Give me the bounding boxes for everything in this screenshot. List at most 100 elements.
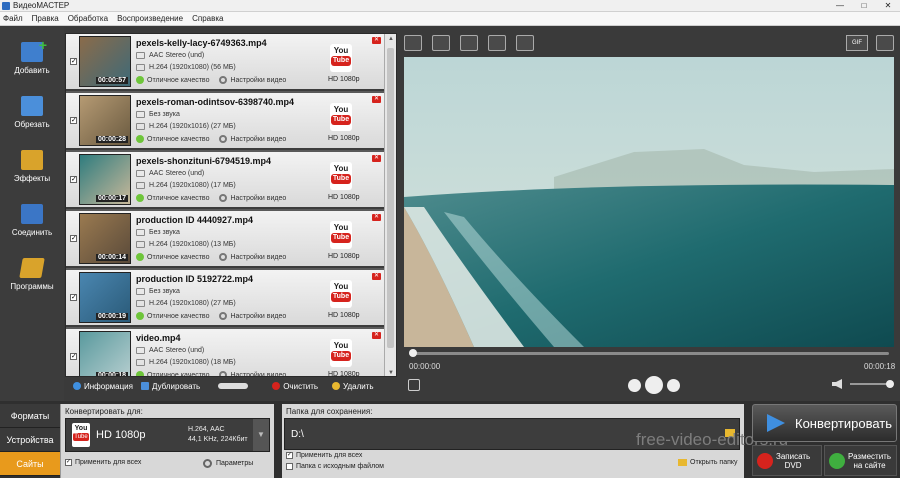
gear-icon[interactable] <box>219 253 228 261</box>
effects-button[interactable]: Эффекты <box>4 141 60 191</box>
cut-button[interactable]: Обрезать <box>4 87 60 137</box>
video-preview <box>404 57 894 347</box>
youtube-icon[interactable]: You Tube <box>330 162 352 190</box>
video-settings-link[interactable]: Настройки видео <box>230 77 286 84</box>
video-settings-link[interactable]: Настройки видео <box>230 313 286 320</box>
video-settings-link[interactable]: Настройки видео <box>230 372 286 377</box>
menu-process[interactable]: Обработка <box>68 14 108 23</box>
delete-button[interactable]: Удалить <box>332 382 374 391</box>
youtube-icon[interactable]: You Tube <box>330 44 352 72</box>
remove-file-icon[interactable]: ✕ <box>372 155 381 162</box>
volume-icon[interactable] <box>832 379 842 389</box>
fullscreen-icon[interactable] <box>876 35 894 51</box>
video-settings-link[interactable]: Настройки видео <box>230 254 286 261</box>
video-settings-link[interactable]: Настройки видео <box>230 136 286 143</box>
youtube-icon[interactable]: You Tube <box>330 103 352 131</box>
menu-help[interactable]: Справка <box>192 14 223 23</box>
gear-icon[interactable] <box>219 312 228 320</box>
video-thumbnail[interactable]: 00:00:17 <box>79 154 131 205</box>
burn-dvd-button[interactable]: Записать DVD <box>752 445 822 476</box>
info-label: Информация <box>84 381 133 391</box>
snapshot-icon[interactable] <box>408 379 420 391</box>
film-icon[interactable] <box>488 35 506 51</box>
remove-file-icon[interactable]: ✕ <box>372 332 381 339</box>
audio-icon <box>136 229 145 236</box>
file-checkbox[interactable]: ✓ <box>70 58 77 65</box>
youtube-icon[interactable]: You Tube <box>330 339 352 367</box>
file-row[interactable]: ✓ 00:00:19 production ID 5192722.mp4 Без… <box>66 270 384 327</box>
file-row[interactable]: ✓ 00:00:14 production ID 4440927.mp4 Без… <box>66 211 384 268</box>
video-info: H.264 (1920x1080) (17 МБ) <box>136 182 236 189</box>
view-mode-toggle[interactable] <box>218 383 249 389</box>
duplicate-button[interactable]: Дублировать <box>140 382 200 391</box>
video-info: H.264 (1920x1080) (27 МБ) <box>136 300 236 307</box>
gear-icon[interactable] <box>219 76 228 84</box>
maximize-button[interactable]: □ <box>852 0 876 12</box>
crop-icon[interactable] <box>404 35 422 51</box>
remove-file-icon[interactable]: ✕ <box>372 214 381 221</box>
info-button[interactable]: Информация <box>73 382 133 391</box>
apply-all-folder-checkbox[interactable]: ✓ Применить для всех <box>286 452 362 459</box>
minimize-button[interactable]: — <box>828 0 852 12</box>
menu-edit[interactable]: Правка <box>32 14 59 23</box>
file-row[interactable]: ✓ 00:00:28 pexels-roman-odintsov-6398740… <box>66 93 384 150</box>
programs-button[interactable]: Программы <box>4 249 60 299</box>
tab-sites[interactable]: Сайты <box>0 452 60 476</box>
scrollbar-thumb[interactable] <box>387 48 394 348</box>
same-folder-checkbox[interactable]: Папка с исходным файлом <box>286 463 384 470</box>
tab-formats[interactable]: Форматы <box>0 404 60 428</box>
youtube-icon[interactable]: You Tube <box>330 221 352 249</box>
video-thumbnail[interactable]: 00:00:18 <box>79 331 131 376</box>
close-button[interactable]: ✕ <box>876 0 900 12</box>
convert-button[interactable]: Конвертировать <box>752 404 897 442</box>
video-thumbnail[interactable]: 00:00:14 <box>79 213 131 264</box>
format-selector[interactable]: You Tube HD 1080p H.264, AAC 44,1 KHz, 2… <box>65 418 270 452</box>
audio-icon <box>136 288 145 295</box>
file-checkbox[interactable]: ✓ <box>70 294 77 301</box>
file-checkbox[interactable]: ✓ <box>70 117 77 124</box>
forward-icon[interactable] <box>667 378 680 392</box>
file-row[interactable]: ✓ 00:00:57 pexels-kelly-lacy-6749363.mp4… <box>66 34 384 91</box>
video-settings-link[interactable]: Настройки видео <box>230 195 286 202</box>
scroll-up-icon[interactable]: ▲ <box>385 36 396 42</box>
remove-file-icon[interactable]: ✕ <box>372 37 381 44</box>
clear-button[interactable]: Очистить <box>272 382 318 391</box>
rewind-icon[interactable] <box>628 378 641 392</box>
join-button[interactable]: Соединить <box>4 195 60 245</box>
video-thumbnail[interactable]: 00:00:28 <box>79 95 131 146</box>
tab-devices[interactable]: Устройства <box>0 428 60 452</box>
remove-file-icon[interactable]: ✕ <box>372 96 381 103</box>
gear-icon[interactable] <box>219 371 228 376</box>
gif-button[interactable]: GIF <box>846 35 868 51</box>
chevron-down-icon[interactable]: ▼ <box>253 419 269 451</box>
seek-handle[interactable] <box>409 349 417 357</box>
speed-icon[interactable] <box>516 35 534 51</box>
seek-bar[interactable] <box>409 352 889 355</box>
menu-playback[interactable]: Воспроизведение <box>117 14 183 23</box>
file-checkbox[interactable]: ✓ <box>70 353 77 360</box>
menu-file[interactable]: Файл <box>3 14 23 23</box>
playback-controls <box>626 376 682 394</box>
file-checkbox[interactable]: ✓ <box>70 235 77 242</box>
file-list-scrollbar[interactable]: ▲ ▼ <box>384 34 396 376</box>
file-checkbox[interactable]: ✓ <box>70 176 77 183</box>
play-icon[interactable] <box>645 376 663 394</box>
youtube-icon[interactable]: You Tube <box>330 280 352 308</box>
brightness-icon[interactable] <box>460 35 478 51</box>
volume-handle[interactable] <box>886 380 894 388</box>
gear-icon[interactable] <box>219 194 228 202</box>
parameters-button[interactable]: Параметры <box>203 456 253 470</box>
scroll-down-icon[interactable]: ▼ <box>385 370 396 376</box>
dvd-icon <box>757 452 773 469</box>
gear-icon[interactable] <box>219 135 228 143</box>
apply-all-format-checkbox[interactable]: ✓ Применить для всех <box>65 459 141 466</box>
remove-file-icon[interactable]: ✕ <box>372 273 381 280</box>
video-thumbnail[interactable]: 00:00:57 <box>79 36 131 87</box>
video-thumbnail[interactable]: 00:00:19 <box>79 272 131 323</box>
publish-web-button[interactable]: Разместить на сайте <box>824 445 897 476</box>
open-folder-button[interactable]: Открыть папку <box>678 459 738 466</box>
file-row[interactable]: ✓ 00:00:17 pexels-shonzituni-6794519.mp4… <box>66 152 384 209</box>
file-row[interactable]: ✓ 00:00:18 video.mp4 AAC Stereo (und) H.… <box>66 329 384 377</box>
add-button[interactable]: Добавить <box>4 33 60 83</box>
camera-icon[interactable] <box>432 35 450 51</box>
